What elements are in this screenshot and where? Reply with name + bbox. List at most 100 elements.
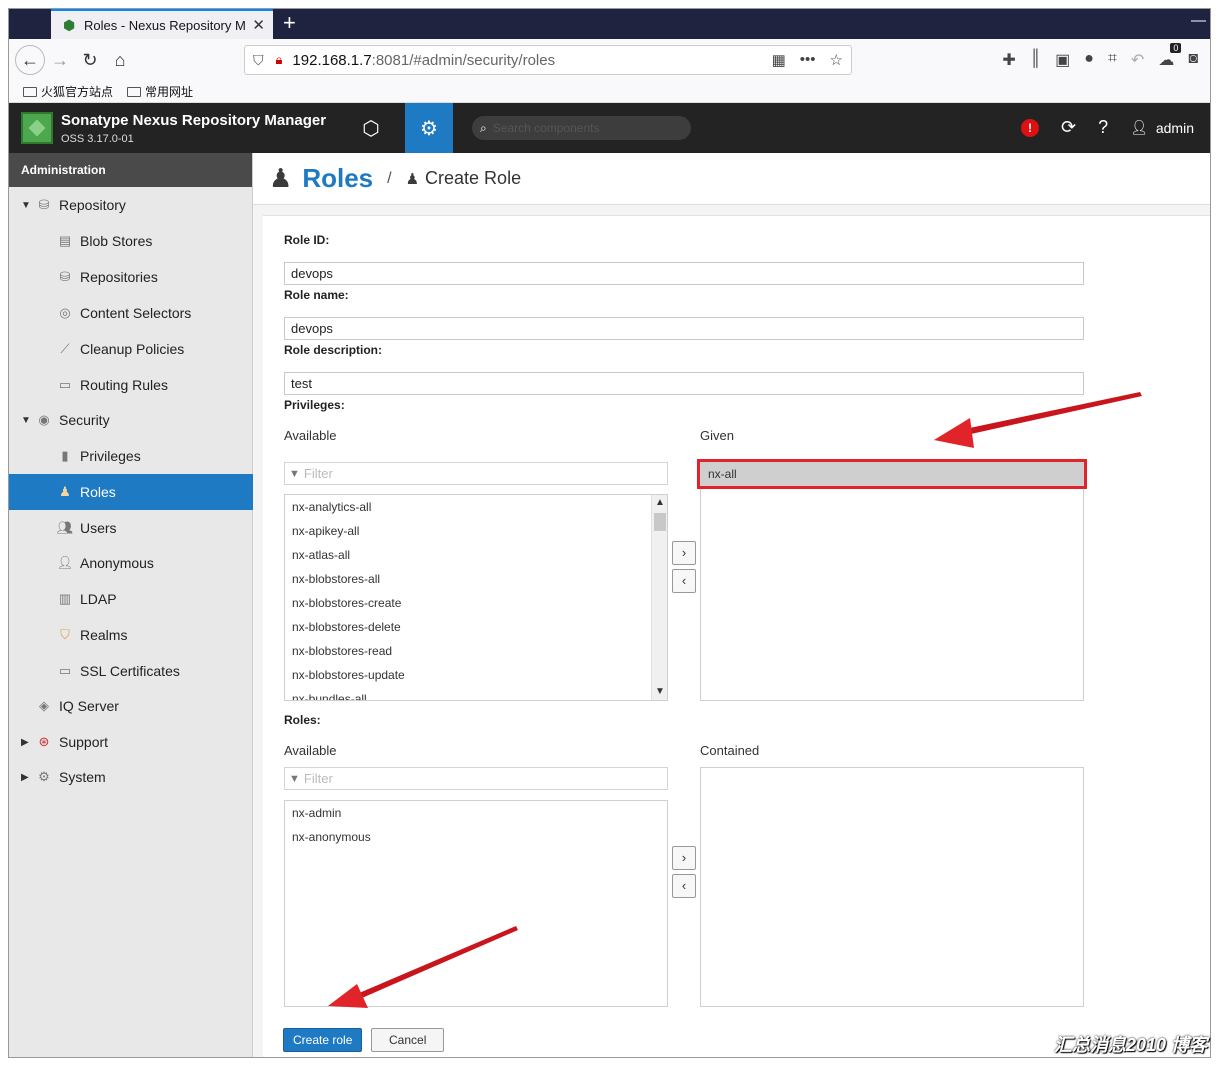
expanded-arrow-icon[interactable]: ▼ bbox=[21, 200, 35, 211]
breadcrumb-roles-link[interactable]: Roles bbox=[302, 163, 373, 194]
scroll-up-icon[interactable]: ▲ bbox=[652, 495, 667, 511]
roles-filter[interactable]: ▼ bbox=[284, 767, 668, 790]
reload-icon[interactable]: ↻ bbox=[75, 45, 105, 75]
extensions-icon[interactable]: ✚ bbox=[1002, 50, 1015, 70]
privileges-filter-input[interactable] bbox=[303, 466, 644, 481]
browser-tab[interactable]: ⬢ Roles - Nexus Repository Manager ✕ bbox=[51, 9, 273, 39]
role-description-input[interactable] bbox=[284, 372, 1084, 395]
add-privilege-button[interactable]: › bbox=[672, 541, 696, 565]
folder-icon bbox=[127, 86, 142, 97]
privileges-filter[interactable]: ▼ bbox=[284, 462, 668, 485]
blob-store-icon: ▤ bbox=[58, 233, 72, 248]
list-item[interactable]: nx-blobstores-read bbox=[285, 639, 667, 663]
list-item[interactable]: nx-blobstores-update bbox=[285, 663, 667, 687]
sidebar-item-repositories[interactable]: ⛁ Repositories bbox=[9, 260, 253, 294]
roles-filter-input[interactable] bbox=[303, 771, 644, 786]
user-menu[interactable]: 👤︎ admin bbox=[1130, 119, 1194, 136]
undo-icon[interactable]: ↶ bbox=[1131, 50, 1144, 70]
sidebar-item-users[interactable]: 👥︎ Users bbox=[9, 511, 253, 545]
search-input[interactable] bbox=[492, 121, 673, 135]
browser-tabbar: ⬢ Roles - Nexus Repository Manager ✕ + — bbox=[9, 9, 1210, 39]
sidebar-item-system[interactable]: ▶ ⚙ System bbox=[9, 760, 253, 794]
bookmark-star-icon[interactable]: ☆ bbox=[830, 51, 843, 69]
back-icon[interactable]: ← bbox=[15, 45, 45, 75]
administration-gear-icon[interactable]: ⚙ bbox=[405, 103, 453, 159]
url-bar[interactable]: ⛉ 🔒︎ 192.168.1.7:8081/#admin/security/ro… bbox=[244, 45, 852, 75]
close-tab-icon[interactable]: ✕ bbox=[252, 16, 265, 34]
add-role-button[interactable]: › bbox=[672, 846, 696, 870]
sidebar-item-security[interactable]: ▼ ◉ Security bbox=[9, 403, 253, 437]
extension-mask-icon[interactable]: ◙ bbox=[1188, 50, 1198, 70]
create-role-button[interactable]: Create role bbox=[283, 1028, 363, 1052]
browse-cube-icon[interactable]: ⬡ bbox=[356, 116, 386, 141]
scroll-thumb[interactable] bbox=[654, 513, 666, 531]
sidebar-item-iq-server[interactable]: ◈ IQ Server bbox=[9, 689, 253, 723]
privileges-available-list[interactable]: nx-analytics-all nx-apikey-all nx-atlas-… bbox=[284, 494, 668, 701]
refresh-icon[interactable]: ⟳ bbox=[1061, 117, 1076, 138]
list-item[interactable]: nx-apikey-all bbox=[285, 519, 667, 543]
page-actions-icon[interactable]: ••• bbox=[800, 51, 816, 69]
list-item[interactable]: nx-bundles-all bbox=[285, 687, 667, 700]
library-icon[interactable]: ║ bbox=[1030, 50, 1041, 70]
roles-available-label: Available bbox=[284, 743, 337, 758]
new-tab-button[interactable]: + bbox=[283, 12, 296, 34]
role-id-input[interactable] bbox=[284, 262, 1084, 285]
bookmark-common-sites[interactable]: 常用网址 bbox=[127, 83, 193, 100]
sidebar-item-support[interactable]: ▶ ⊛ Support bbox=[9, 725, 253, 759]
list-item[interactable]: nx-blobstores-delete bbox=[285, 615, 667, 639]
database-icon: ⛁ bbox=[59, 269, 71, 284]
expanded-arrow-icon[interactable]: ▼ bbox=[21, 415, 35, 426]
sidebar-item-cleanup-policies[interactable]: ⟋ Cleanup Policies bbox=[9, 332, 253, 366]
remove-role-button[interactable]: ‹ bbox=[672, 874, 696, 898]
sidebar-item-blob-stores[interactable]: ▤ Blob Stores bbox=[9, 224, 253, 258]
search-box[interactable]: ⌕ bbox=[472, 116, 691, 140]
sidebar-item-label: Support bbox=[59, 734, 109, 750]
list-item[interactable]: nx-analytics-all bbox=[285, 495, 667, 519]
remove-privilege-button[interactable]: ‹ bbox=[672, 569, 696, 593]
list-item[interactable]: nx-atlas-all bbox=[285, 543, 667, 567]
list-item[interactable]: nx-anonymous bbox=[285, 825, 667, 849]
profile-avatar-icon[interactable]: ● bbox=[1084, 50, 1094, 70]
sidebar-item-label: System bbox=[59, 769, 106, 785]
insecure-lock-icon[interactable]: 🔒︎ bbox=[276, 52, 283, 68]
sidebar-item-content-selectors[interactable]: ◎ Content Selectors bbox=[9, 296, 253, 330]
role-name-input[interactable] bbox=[284, 317, 1084, 340]
sidebar-item-routing-rules[interactable]: ▭ Routing Rules bbox=[9, 368, 253, 402]
list-item[interactable]: nx-blobstores-create bbox=[285, 591, 667, 615]
system-alert-icon[interactable]: ! bbox=[1020, 118, 1039, 137]
collapsed-arrow-icon[interactable]: ▶ bbox=[21, 737, 35, 748]
sidebar-item-anonymous[interactable]: 👤︎ Anonymous bbox=[9, 546, 253, 580]
sync-icon[interactable]: ☁ 0 bbox=[1158, 43, 1182, 70]
collapsed-arrow-icon[interactable]: ▶ bbox=[21, 772, 35, 783]
qr-code-icon[interactable]: ▦ bbox=[772, 51, 786, 69]
sidebar-item-privileges[interactable]: ▮ Privileges bbox=[9, 439, 253, 473]
bookmark-firefox-official[interactable]: 火狐官方站点 bbox=[23, 83, 113, 100]
privileges-given-list[interactable] bbox=[700, 462, 1084, 701]
minimize-window-icon[interactable]: — bbox=[1191, 12, 1206, 29]
roles-available-list[interactable]: nx-admin nx-anonymous bbox=[284, 800, 668, 1007]
annotation-highlight-box bbox=[697, 459, 1087, 489]
sidebar-item-roles[interactable]: ♟ Roles bbox=[9, 474, 253, 510]
privilege-badge-icon: ▮ bbox=[61, 448, 69, 463]
sidebar-item-repository[interactable]: ▼ ⛁ Repository bbox=[9, 188, 253, 222]
sidebar-toggle-icon[interactable]: ▣ bbox=[1055, 50, 1070, 70]
list-item[interactable]: nx-admin bbox=[285, 801, 667, 825]
list-item[interactable]: nx-blobstores-all bbox=[285, 567, 667, 591]
nexus-logo-icon[interactable] bbox=[21, 112, 53, 144]
scroll-down-icon[interactable]: ▼ bbox=[652, 684, 667, 700]
help-icon[interactable]: ? bbox=[1098, 117, 1108, 138]
sidebar-item-ldap[interactable]: ▥ LDAP bbox=[9, 582, 253, 616]
watermark: 汇总消息2010 博客 bbox=[1053, 1035, 1207, 1055]
role-id-label: Role ID: bbox=[284, 233, 330, 247]
tracking-shield-icon[interactable]: ⛉ bbox=[253, 52, 264, 69]
anonymous-user-icon: 👤︎ bbox=[56, 555, 74, 570]
list-scrollbar[interactable]: ▲ ▼ bbox=[651, 495, 667, 700]
breadcrumb: ♟ Roles / ♟ Create Role bbox=[253, 153, 1210, 205]
sidebar-item-realms[interactable]: ⛉ Realms bbox=[9, 618, 253, 652]
roles-contained-list[interactable] bbox=[700, 767, 1084, 1007]
home-icon[interactable]: ⌂ bbox=[105, 45, 135, 75]
sidebar-item-ssl-certificates[interactable]: ▭ SSL Certificates bbox=[9, 654, 253, 688]
cancel-button[interactable]: Cancel bbox=[371, 1028, 445, 1052]
forward-icon[interactable]: → bbox=[45, 45, 75, 75]
screenshot-crop-icon[interactable]: ⌗ bbox=[1108, 50, 1117, 70]
